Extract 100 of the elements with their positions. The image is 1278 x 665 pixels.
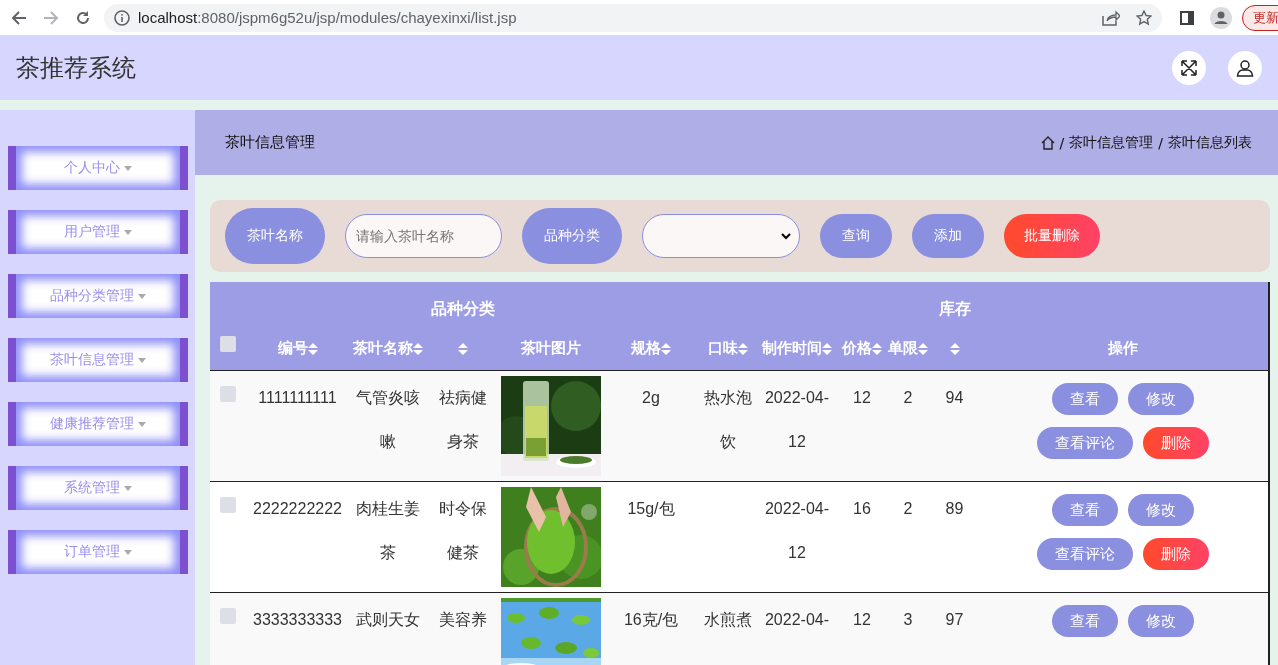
table-cell: 祛病健身茶 — [438, 389, 487, 450]
table-cell: 1111111111 — [258, 389, 337, 406]
fullscreen-button[interactable] — [1172, 51, 1206, 85]
sidebar-item[interactable]: 用户管理 — [8, 210, 188, 254]
sort-icon[interactable] — [822, 341, 832, 356]
row-action-button[interactable]: 查看 — [1052, 605, 1118, 637]
table-cell: 美容养 — [438, 611, 487, 628]
profile-icon[interactable] — [1210, 6, 1232, 29]
column-header: 制作时间 — [762, 339, 822, 358]
sidebar-item[interactable]: 订单管理 — [8, 530, 188, 574]
column-header: 规格 — [631, 339, 661, 358]
table-cell: 2022-04-12 — [764, 500, 829, 561]
table-cell: 水煎煮 — [703, 611, 752, 628]
table-cell: 2022-04-12 — [764, 389, 829, 450]
info-icon[interactable] — [114, 9, 130, 26]
star-icon[interactable] — [1136, 9, 1152, 26]
sort-icon[interactable] — [307, 341, 318, 356]
table-cell: 2222222222 — [253, 500, 342, 517]
row-checkbox[interactable] — [220, 608, 236, 624]
batch-delete-button[interactable]: 批量删除 — [1004, 214, 1100, 258]
url-text: localhost:8080/jspm6g52u/jsp/modules/chayexinxi/list.jsp — [138, 9, 517, 26]
caret-icon — [124, 485, 132, 491]
reload-icon[interactable] — [75, 9, 91, 26]
row-checkbox[interactable] — [220, 497, 236, 513]
user-button[interactable] — [1228, 51, 1262, 85]
sidebar-item[interactable]: 个人中心 — [8, 146, 188, 190]
table-cell: 热水泡饮 — [703, 389, 752, 450]
sort-icon[interactable] — [661, 341, 671, 356]
row-action-button[interactable]: 查看 — [1052, 494, 1118, 526]
share-icon[interactable] — [1102, 9, 1120, 26]
row-action-button[interactable]: 修改 — [1128, 383, 1194, 415]
page-title: 茶叶信息管理 — [225, 133, 316, 152]
caret-icon — [138, 421, 146, 427]
category-select[interactable] — [642, 214, 800, 258]
sort-icon[interactable] — [949, 342, 960, 356]
select-all-checkbox[interactable] — [220, 336, 236, 352]
column-header: 品种分类 — [430, 299, 495, 320]
column-header: 库存 — [938, 299, 971, 320]
caret-icon — [138, 293, 146, 299]
row-action-button[interactable]: 查看 — [1052, 383, 1118, 415]
table-cell: 气管炎咳嗽 — [355, 389, 420, 450]
search-action-button[interactable]: 查询 — [820, 214, 892, 258]
table-cell: 97 — [945, 611, 964, 628]
field-label: 茶叶名称 — [225, 208, 325, 264]
column-header: 口味 — [707, 339, 738, 358]
sidebar-icon[interactable] — [1180, 10, 1194, 25]
sort-icon[interactable] — [457, 342, 468, 356]
column-header: 单限 — [888, 339, 918, 358]
table-cell: 肉桂生姜茶 — [355, 500, 420, 561]
search-action-button[interactable]: 添加 — [912, 214, 984, 258]
table-cell: 3333333333 — [253, 611, 342, 628]
table-cell: 94 — [945, 389, 964, 406]
delete-button[interactable]: 删除 — [1143, 538, 1209, 570]
table-cell: 武则天女 — [355, 611, 420, 628]
table-cell: 2 — [903, 500, 913, 517]
row-action-button[interactable]: 修改 — [1128, 494, 1194, 526]
sort-icon[interactable] — [872, 341, 882, 356]
sort-icon[interactable] — [737, 341, 748, 356]
sidebar-item[interactable]: 健康推荐管理 — [8, 402, 188, 446]
table-cell: 16 — [853, 500, 871, 517]
breadcrumb-separator: / — [1158, 134, 1163, 151]
caret-icon — [124, 229, 132, 235]
back-icon[interactable] — [11, 9, 27, 26]
row-action-button[interactable]: 修改 — [1128, 605, 1194, 637]
table-cell: 3 — [903, 611, 913, 628]
table-cell: 89 — [945, 500, 964, 517]
row-action-button[interactable]: 查看评论 — [1037, 538, 1133, 570]
chevron-icon — [781, 232, 791, 240]
table-cell: 2 — [903, 389, 913, 406]
column-header: 价格 — [842, 339, 872, 358]
update-button[interactable]: 更新 — [1242, 4, 1278, 31]
table-cell: 12 — [853, 611, 871, 628]
column-header: 编号 — [277, 339, 308, 358]
table-cell: 2g — [642, 389, 660, 406]
table-cell: 15g/包 — [627, 500, 675, 517]
table-cell: 16克/包 — [623, 611, 679, 628]
delete-button[interactable]: 删除 — [1143, 427, 1209, 459]
fullscreen-icon — [1180, 59, 1198, 77]
name-input[interactable]: 请输入茶叶名称 — [345, 214, 502, 258]
caret-icon — [138, 357, 146, 363]
field-label: 品种分类 — [522, 208, 622, 264]
sort-icon[interactable] — [918, 341, 928, 356]
sidebar-item[interactable]: 品种分类管理 — [8, 274, 188, 318]
breadcrumb-link[interactable]: 茶叶信息管理 — [1069, 133, 1154, 152]
row-action-button[interactable]: 查看评论 — [1037, 427, 1133, 459]
home-icon[interactable] — [1040, 135, 1055, 150]
forward-icon[interactable] — [43, 9, 59, 26]
table-cell: 2022-04- — [764, 611, 829, 628]
sidebar-item[interactable]: 系统管理 — [8, 466, 188, 510]
row-checkbox[interactable] — [220, 386, 236, 402]
column-header: 操作 — [1108, 339, 1138, 358]
app-title: 茶推荐系统 — [16, 53, 137, 84]
caret-icon — [124, 165, 132, 171]
column-header: 茶叶图片 — [521, 339, 581, 358]
address-bar[interactable]: localhost:8080/jspm6g52u/jsp/modules/chayexinxi/list.jsp — [104, 3, 1162, 32]
sort-icon[interactable] — [412, 341, 423, 356]
caret-icon — [124, 549, 132, 555]
sidebar-item[interactable]: 茶叶信息管理 — [8, 338, 188, 382]
table-cell: 12 — [853, 389, 871, 406]
user-icon — [1236, 59, 1254, 77]
